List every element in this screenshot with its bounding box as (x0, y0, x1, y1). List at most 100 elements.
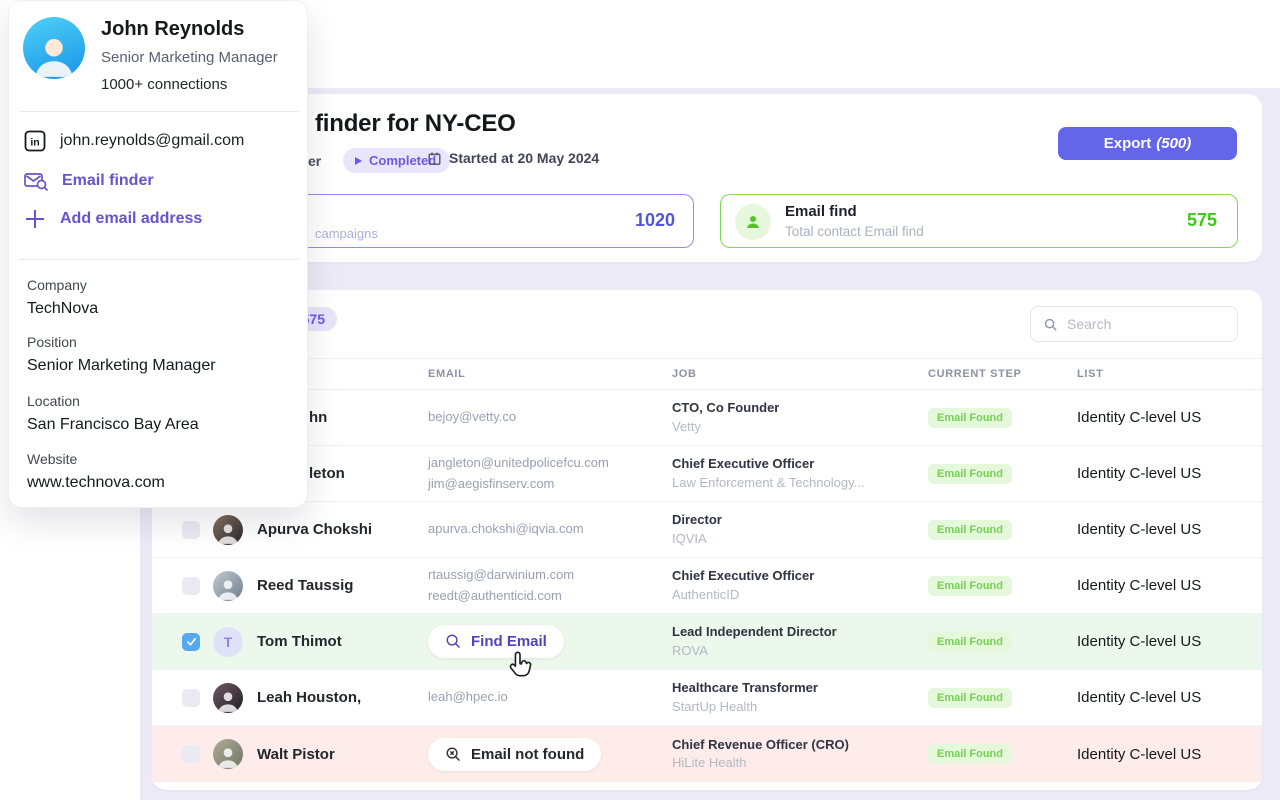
contact-name: Leah Houston, (257, 689, 428, 706)
table-row[interactable]: leton jangleton@unitedpolicefcu.comjim@a… (152, 446, 1262, 502)
contact-email: reedt@authenticid.com (428, 586, 672, 606)
search-input[interactable] (1067, 316, 1207, 332)
table-row[interactable]: Leah Houston, leah@hpec.io Healthcare Tr… (152, 670, 1262, 726)
job-title: Lead Independent Director (672, 624, 928, 640)
profile-name: John Reynolds (101, 18, 244, 41)
email-finder-action[interactable]: Email finder (23, 168, 154, 194)
started-date: Started at 20 May 2024 (427, 150, 599, 166)
contact-email: jangleton@unitedpolicefcu.com (428, 453, 672, 473)
step-badge: Email Found (928, 688, 1012, 708)
profile-email-row[interactable]: in john.reynolds@gmail.com (23, 129, 244, 153)
step-badge: Email Found (928, 576, 1012, 596)
list-name: Identity C-level US (1077, 746, 1238, 763)
job-title: Healthcare Transformer (672, 680, 928, 696)
table-row[interactable]: Reed Taussig rtaussig@darwinium.comreedt… (152, 558, 1262, 614)
play-icon (355, 157, 362, 165)
table-body: hn bejoy@vetty.co CTO, Co Founder Vetty … (152, 390, 1262, 782)
job-title: Director (672, 512, 928, 528)
email-cell: jangleton@unitedpolicefcu.comjim@aegisfi… (428, 453, 672, 493)
row-checkbox[interactable] (182, 745, 200, 763)
svg-text:in: in (30, 136, 39, 148)
plus-icon (23, 207, 47, 231)
table-row[interactable]: T Tom Thimot Find Email Lead Independent… (152, 614, 1262, 670)
position-label: Position (27, 334, 77, 350)
linkedin-icon: in (23, 129, 47, 153)
avatar (213, 571, 243, 601)
contact-name: Apurva Chokshi (257, 521, 428, 538)
step-badge: Email Found (928, 744, 1012, 764)
email-cell: leah@hpec.io (428, 687, 672, 707)
add-email-action[interactable]: Add email address (23, 207, 202, 231)
row-checkbox[interactable] (182, 577, 200, 595)
avatar (213, 739, 243, 769)
step-badge: Email Found (928, 408, 1012, 428)
list-name: Identity C-level US (1077, 633, 1238, 650)
search-icon (1043, 317, 1058, 332)
step-badge: Email Found (928, 464, 1012, 484)
person-icon (735, 204, 771, 240)
divider (19, 111, 299, 112)
location-label: Location (27, 393, 80, 409)
job-title: CTO, Co Founder (672, 400, 928, 416)
website-label: Website (27, 451, 77, 467)
col-step: CURRENT STEP (928, 368, 1077, 380)
search-x-icon (445, 746, 462, 763)
campaign-header-card: finder for NY-CEO er Completed Started a… (152, 94, 1262, 262)
position-value: Senior Marketing Manager (27, 357, 216, 375)
contact-name: Walt Pistor (257, 746, 428, 763)
job-title: Chief Revenue Officer (CRO) (672, 737, 928, 753)
stat-email-find-caption: Total contact Email find (785, 224, 924, 239)
calendar-icon (427, 151, 442, 166)
list-name: Identity C-level US (1077, 689, 1238, 706)
job-company: StartUp Health (672, 699, 928, 715)
page: finder for NY-CEO er Completed Started a… (0, 0, 1280, 800)
job-company: HiLite Health (672, 755, 928, 771)
step-badge: Email Found (928, 520, 1012, 540)
step-badge: Email Found (928, 632, 1012, 652)
profile-avatar (23, 17, 85, 79)
list-name: Identity C-level US (1077, 409, 1238, 426)
stat-card-email-find: Email find Total contact Email find 575 (720, 194, 1238, 248)
email-not-found-button[interactable]: Email not found (428, 738, 601, 771)
search-icon (445, 633, 462, 650)
table-row[interactable]: Apurva Chokshi apurva.chokshi@iqvia.com … (152, 502, 1262, 558)
row-checkbox[interactable] (182, 521, 200, 539)
contacts-table-card: 575 EMAIL JOB CURRENT STEP LIST hn bejoy… (152, 290, 1262, 790)
stat-email-find-value: 575 (1187, 210, 1217, 231)
stat-campaigns-caption: campaigns (315, 226, 378, 241)
stat-card-campaigns: campaigns 1020 (285, 194, 694, 248)
job-company: Law Enforcement & Technology... (672, 475, 928, 491)
profile-title: Senior Marketing Manager (101, 49, 278, 66)
campaign-type-label: er (308, 153, 321, 169)
email-finder-label: Email finder (62, 172, 154, 190)
email-cell: bejoy@vetty.co (428, 407, 672, 427)
add-email-label: Add email address (60, 210, 202, 228)
row-checkbox[interactable] (182, 633, 200, 651)
company-value: TechNova (27, 300, 98, 318)
search-box[interactable] (1030, 306, 1238, 342)
email-cell: rtaussig@darwinium.comreedt@authenticid.… (428, 565, 672, 605)
company-label: Company (27, 277, 87, 293)
export-button[interactable]: Export (500) (1058, 127, 1237, 160)
email-cell: Email not found (428, 738, 672, 771)
divider (19, 259, 299, 260)
list-name: Identity C-level US (1077, 521, 1238, 538)
contact-email: leah@hpec.io (428, 687, 672, 707)
find-email-button[interactable]: Find Email (428, 625, 564, 658)
job-company: ROVA (672, 643, 928, 659)
list-name: Identity C-level US (1077, 465, 1238, 482)
table-row[interactable]: Walt Pistor Email not found Chief Revenu… (152, 726, 1262, 782)
table-row[interactable]: hn bejoy@vetty.co CTO, Co Founder Vetty … (152, 390, 1262, 446)
profile-popup-card: John Reynolds Senior Marketing Manager 1… (8, 0, 308, 508)
stat-email-find-title: Email find (785, 203, 857, 220)
job-company: Vetty (672, 419, 928, 435)
row-checkbox[interactable] (182, 689, 200, 707)
col-list: LIST (1077, 368, 1238, 380)
profile-connections: 1000+ connections (101, 76, 227, 93)
avatar: T (213, 627, 243, 657)
job-title: Chief Executive Officer (672, 456, 928, 472)
job-company: AuthenticID (672, 587, 928, 603)
contact-name: Reed Taussig (257, 577, 428, 594)
avatar (213, 683, 243, 713)
table-header: EMAIL JOB CURRENT STEP LIST (152, 358, 1262, 390)
